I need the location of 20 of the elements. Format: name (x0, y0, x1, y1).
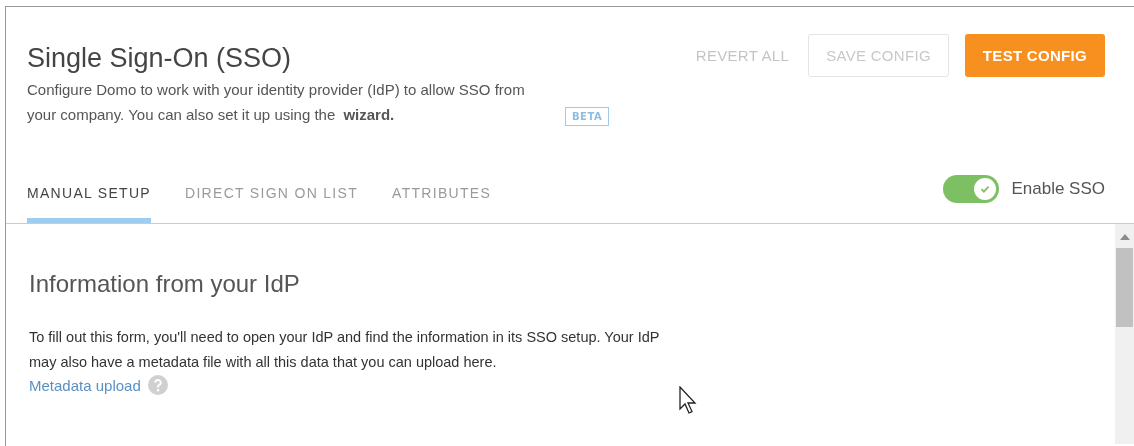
help-icon[interactable] (147, 375, 168, 395)
section-heading: Information from your IdP (29, 270, 301, 298)
tab[interactable]: DIRECT SIGN ON LIST (185, 185, 359, 223)
toggle-label: Enable SSO (1011, 179, 1105, 199)
scroll-up-icon[interactable] (1119, 234, 1130, 240)
scrollbar-thumb[interactable] (1116, 248, 1133, 327)
metadata-upload-link[interactable]: Metadata upload (29, 376, 141, 394)
test-button[interactable]: TEST CONFIG (964, 34, 1105, 77)
tab[interactable]: MANUAL SETUP (27, 185, 151, 223)
revert-button[interactable]: REVERT ALL (692, 34, 793, 77)
tab[interactable]: ATTRIBUTES (392, 185, 492, 223)
check-icon (979, 183, 992, 195)
section-text: To fill out this form, you'll need to open your IdP and find the information in its SSO setup. Your IdP may also have a metadata file with all this data that you can upload here. (29, 328, 661, 372)
scrollbar[interactable] (1115, 224, 1134, 444)
toggle-switch[interactable] (943, 175, 1000, 203)
page-description: Configure Domo to work with your identity provider (IdP) to allow SSO from your company. You can also set it up using the wizard. (27, 80, 526, 125)
wizard-link[interactable]: wizard. (343, 106, 395, 123)
page-title: Single Sign-On (SSO) (27, 43, 293, 74)
mouse-cursor-icon (679, 386, 699, 414)
beta-badge: BETA (565, 107, 610, 126)
